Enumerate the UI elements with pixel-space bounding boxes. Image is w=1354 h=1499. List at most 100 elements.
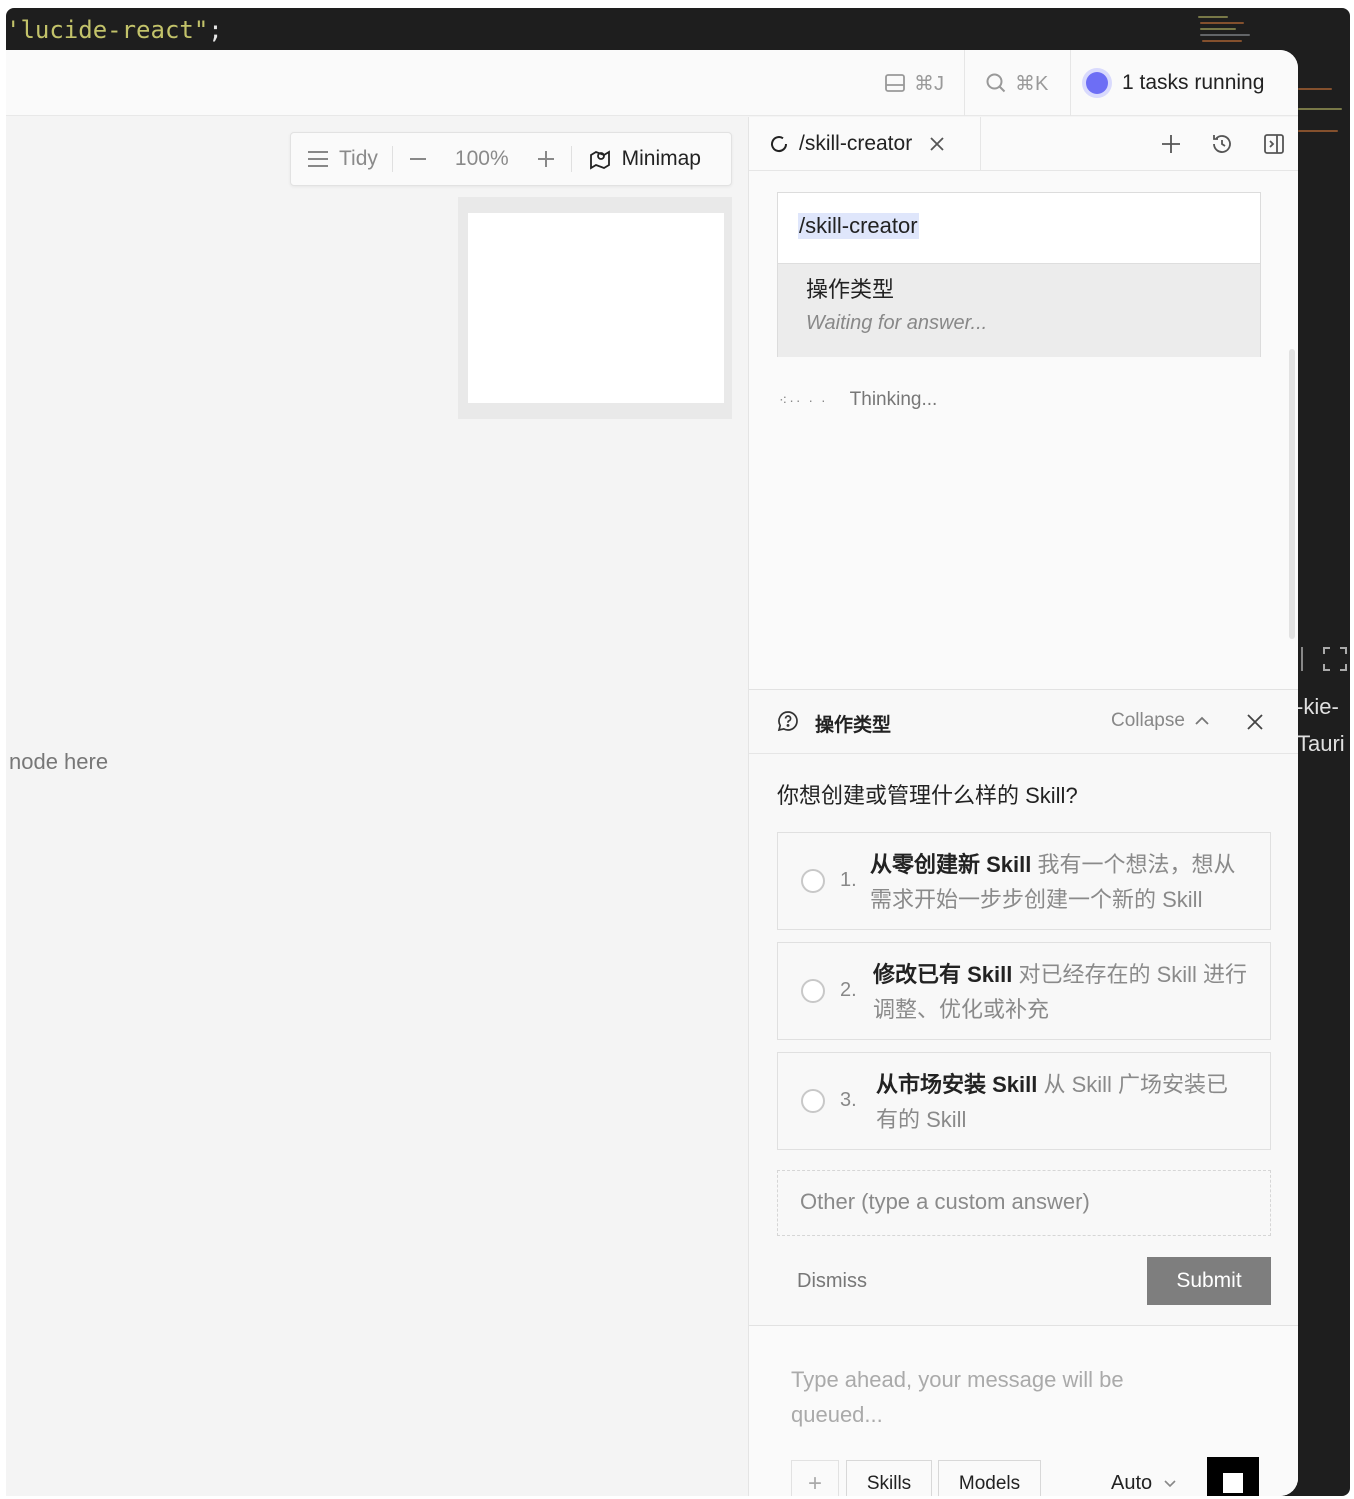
history-button[interactable] [1208, 130, 1236, 158]
stop-icon [1223, 1473, 1243, 1493]
thinking-label: Thinking... [849, 389, 938, 410]
option-text: 从零创建新 Skill 我有一个想法，想从需求开始一步步创建一个新的 Skill [870, 847, 1250, 917]
minimap-code-line [1298, 88, 1332, 90]
zoom-in-button[interactable] [521, 133, 571, 185]
code-text: 'lucide-react" [6, 16, 209, 44]
minimap[interactable] [458, 197, 732, 419]
new-tab-button[interactable] [1157, 130, 1185, 158]
panel-icon [885, 74, 905, 92]
other-answer-input[interactable]: Other (type a custom answer) [777, 1170, 1271, 1236]
option-title: 从零创建新 Skill [870, 852, 1032, 877]
loading-icon [771, 136, 788, 153]
minimap-viewport[interactable] [468, 213, 724, 403]
zoom-value: 100% [454, 147, 509, 170]
toggle-sidebar-button[interactable] [1260, 130, 1288, 158]
code-line: 'lucide-react"; [6, 16, 223, 44]
divider [964, 50, 965, 116]
tidy-label: Tidy [339, 147, 378, 170]
divider [1301, 647, 1303, 671]
submit-button[interactable]: Submit [1147, 1257, 1271, 1305]
minimap-code-line [1200, 28, 1236, 30]
command-text: /skill-creator [798, 213, 919, 239]
add-button[interactable]: + [791, 1460, 839, 1496]
composer: Type ahead, your message will be queued.… [749, 1325, 1298, 1496]
thinking-indicator: ⁖·· · · Thinking... [779, 389, 937, 411]
radio-button[interactable] [801, 979, 825, 1003]
app-window: ⌘J ⌘K 1 tasks running Tidy 100% Minimap … [6, 50, 1298, 1496]
minimap-toggle-button[interactable]: Minimap [572, 133, 701, 185]
tab-bar: /skill-creator [749, 117, 1298, 171]
close-icon[interactable] [1247, 714, 1263, 730]
tidy-button[interactable]: Tidy [291, 133, 392, 185]
model-select[interactable]: Auto [1111, 1472, 1176, 1495]
code-punct: ; [208, 16, 223, 44]
search-icon [986, 73, 1006, 93]
option-number: 2. [840, 979, 857, 1001]
close-icon[interactable] [930, 137, 944, 151]
stop-button[interactable] [1207, 1457, 1259, 1496]
option-text: 从市场安装 Skill 从 Skill 广场安装已有的 Skill [876, 1067, 1236, 1137]
canvas-placeholder: node here [9, 749, 109, 774]
tasks-label: 1 tasks running [1122, 71, 1265, 94]
search-shortcut: ⌘K [1015, 72, 1049, 95]
option-1[interactable]: 1. 从零创建新 Skill 我有一个想法，想从需求开始一步步创建一个新的 Sk… [777, 832, 1271, 930]
option-title: 修改已有 Skill [873, 962, 1013, 987]
pending-question: 操作类型 Waiting for answer... [778, 263, 1260, 357]
scrollbar[interactable] [1289, 349, 1295, 639]
chevron-down-icon [1164, 1479, 1176, 1487]
history-icon [1213, 135, 1231, 153]
question-text: 你想创建或管理什么样的 Skill? [777, 783, 1078, 808]
plus-icon [537, 151, 554, 167]
model-value: Auto [1111, 1472, 1153, 1494]
radio-button[interactable] [801, 869, 825, 893]
question-panel-header: 操作类型 Collapse [749, 690, 1298, 754]
user-message-card: /skill-creator 操作类型 Waiting for answer..… [777, 192, 1261, 357]
radio-button[interactable] [801, 1089, 825, 1113]
minimap-code-line [1202, 40, 1242, 42]
divider [1070, 50, 1071, 116]
question-panel: 操作类型 Collapse 你想创建或管理什么样的 Skill? 1. 从零创建… [749, 689, 1298, 1325]
panel-shortcut: ⌘J [914, 72, 944, 95]
question-status: Waiting for answer... [806, 312, 988, 334]
question-panel-title: 操作类型 [815, 715, 892, 736]
minimap-code-line [1200, 34, 1250, 36]
chevron-up-icon [1195, 716, 1209, 725]
question-title: 操作类型 [806, 277, 895, 302]
top-bar: ⌘J ⌘K 1 tasks running [6, 50, 1298, 116]
menu-icon [308, 151, 328, 167]
tasks-running-button[interactable]: 1 tasks running [1086, 68, 1264, 98]
minimap-code-line [1200, 22, 1244, 24]
option-title: 从市场安装 Skill [876, 1072, 1038, 1097]
collapse-label: Collapse [1111, 710, 1185, 731]
message-input[interactable]: Type ahead, your message will be queued.… [791, 1362, 1211, 1432]
models-button[interactable]: Models [938, 1460, 1041, 1496]
search-button[interactable]: ⌘K [985, 68, 1048, 98]
tab-skill-creator[interactable]: /skill-creator [749, 117, 981, 171]
option-2[interactable]: 2. 修改已有 Skill 对已经存在的 Skill 进行调整、优化或补充 [777, 942, 1271, 1040]
zoom-out-button[interactable] [393, 133, 443, 185]
canvas[interactable]: Tidy 100% Minimap node here [6, 117, 748, 1496]
thinking-dots: ⁖·· · · [779, 391, 828, 408]
toggle-panel-button[interactable]: ⌘J [884, 68, 944, 98]
background-text: Tauri [1297, 731, 1345, 756]
option-number: 1. [840, 869, 857, 891]
option-3[interactable]: 3. 从市场安装 Skill 从 Skill 广场安装已有的 Skill [777, 1052, 1271, 1150]
sidebar-icon [1264, 134, 1284, 154]
minimap-code-line [1298, 108, 1342, 110]
plus-icon [1162, 135, 1180, 153]
minus-icon [409, 158, 426, 160]
canvas-toolbar: Tidy 100% Minimap [290, 132, 732, 186]
side-panel: /skill-creator /skill-creator 操作类型 Waiti… [748, 117, 1298, 1496]
map-pin-icon [589, 150, 610, 170]
minimap-code-line [1198, 16, 1228, 18]
option-text: 修改已有 Skill 对已经存在的 Skill 进行调整、优化或补充 [873, 957, 1253, 1027]
status-dot [1086, 72, 1108, 94]
minimap-code-line [1298, 130, 1338, 132]
collapse-button[interactable]: Collapse [1111, 710, 1209, 732]
minimap-label: Minimap [621, 147, 701, 170]
zoom-level: 100% [443, 133, 521, 185]
expand-icon[interactable] [1322, 646, 1348, 672]
dismiss-button[interactable]: Dismiss [797, 1270, 867, 1293]
skills-button[interactable]: Skills [846, 1460, 932, 1496]
help-icon [777, 711, 798, 732]
